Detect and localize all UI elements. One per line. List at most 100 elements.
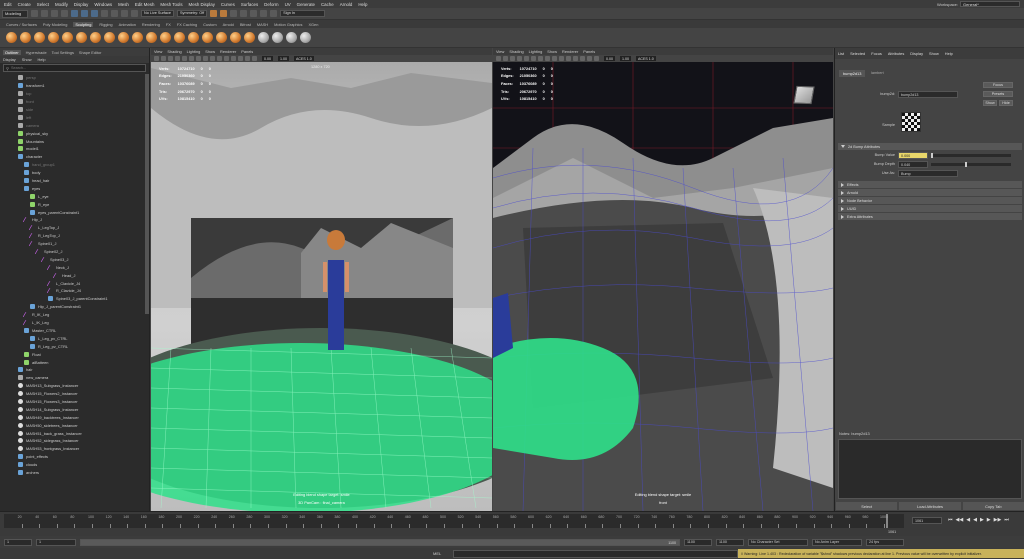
outliner-item[interactable]: hair bbox=[0, 366, 145, 374]
image-plane-icon[interactable] bbox=[517, 56, 522, 61]
section-effects[interactable]: Effects bbox=[838, 181, 1022, 188]
end-time-field[interactable]: 1100 bbox=[716, 538, 744, 546]
command-input[interactable] bbox=[453, 549, 738, 558]
attr-menu-list[interactable]: List bbox=[838, 51, 844, 56]
outliner-item[interactable]: MASH50_sidetrees_Instancer bbox=[0, 421, 145, 429]
mel-label[interactable]: MEL bbox=[433, 551, 453, 556]
outliner-item[interactable]: Master_CTRL bbox=[0, 327, 145, 335]
focus-button[interactable]: Focus bbox=[983, 82, 1013, 88]
viewport-menu-lighting[interactable]: Lighting bbox=[187, 49, 201, 54]
outliner-item[interactable]: point_effects bbox=[0, 453, 145, 461]
grid-icon[interactable] bbox=[182, 56, 187, 61]
exposure-field[interactable]: 0.00 bbox=[262, 56, 273, 61]
viewport-left[interactable]: View Shading Lighting Show Renderer Panels 0.… bbox=[151, 48, 492, 511]
menu-item-uv[interactable]: UV bbox=[285, 2, 291, 7]
outliner-item[interactable]: Head_J bbox=[0, 271, 145, 279]
menu-item-deform[interactable]: Deform bbox=[264, 2, 278, 7]
grab-tool-icon[interactable] bbox=[48, 32, 59, 43]
time-slider[interactable]: 20 40 60 80 100 120 140 160 180 200 220 240 260 280 30… bbox=[0, 511, 1024, 536]
attr-menu-selected[interactable]: Selected bbox=[850, 51, 865, 56]
smooth-shade-icon[interactable] bbox=[552, 56, 557, 61]
unfreeze-icon[interactable] bbox=[272, 32, 283, 43]
start-time-field[interactable]: 1 bbox=[4, 538, 32, 546]
attr-menu-focus[interactable]: Focus bbox=[871, 51, 882, 56]
select-hierarchy-icon[interactable] bbox=[71, 10, 78, 17]
step-back-key-icon[interactable]: ◀◀ bbox=[956, 517, 964, 523]
outliner-item[interactable]: MASH13_Subgrass_Instancer bbox=[0, 382, 145, 390]
go-to-start-icon[interactable]: ⏮ bbox=[948, 517, 953, 523]
shelf-tab-mash[interactable]: MASH bbox=[257, 22, 268, 27]
menu-item-select[interactable]: Select bbox=[37, 2, 49, 7]
folder-icon[interactable] bbox=[31, 10, 38, 17]
freeze-tool-icon[interactable] bbox=[244, 32, 255, 43]
bump-depth-slider[interactable] bbox=[931, 162, 1011, 167]
mode-selector[interactable]: Modeling bbox=[2, 9, 28, 18]
section-uuid[interactable]: UUID bbox=[838, 205, 1022, 212]
outliner-item[interactable]: camera bbox=[0, 121, 145, 129]
node-tab-bump2d[interactable]: bump2d13 bbox=[839, 70, 866, 77]
copy-tab-button[interactable]: Copy Tab bbox=[961, 501, 1024, 511]
ambient-occlusion-icon[interactable] bbox=[238, 56, 243, 61]
xray-icon[interactable] bbox=[252, 56, 257, 61]
outliner-item[interactable]: Hip_J bbox=[0, 216, 145, 224]
use-as-dropdown[interactable]: Bump bbox=[898, 170, 958, 177]
outliner-item[interactable]: Float bbox=[0, 350, 145, 358]
bump-value-field[interactable]: 0.000 bbox=[898, 152, 928, 159]
outliner-item[interactable]: character bbox=[0, 153, 145, 161]
outliner-menu-help[interactable]: Help bbox=[38, 57, 46, 62]
shelf-tab-motion-graphics[interactable]: Motion Graphics bbox=[274, 22, 302, 27]
outliner-item[interactable]: Spine03_J bbox=[0, 255, 145, 263]
gamma-field[interactable]: 1.00 bbox=[278, 56, 289, 61]
outliner-item[interactable]: eyes_parentConstraint1 bbox=[0, 208, 145, 216]
smooth-shade-icon[interactable] bbox=[210, 56, 215, 61]
camera-attributes-icon[interactable] bbox=[503, 56, 508, 61]
anim-layer-dropdown[interactable]: No Anim Layer bbox=[812, 538, 862, 546]
outliner-item[interactable]: MASH53_frontgrass_Instancer bbox=[0, 445, 145, 453]
outliner-item[interactable]: Hip_J_parentConstraint1 bbox=[0, 303, 145, 311]
outliner-item[interactable]: top bbox=[0, 90, 145, 98]
notes-textarea[interactable] bbox=[838, 439, 1022, 499]
outliner-menu-display[interactable]: Display bbox=[3, 57, 16, 62]
shelf-tab-animation[interactable]: Animation bbox=[119, 22, 136, 27]
outliner-tab-tool-settings[interactable]: Tool Settings bbox=[52, 50, 74, 55]
menu-item-curves[interactable]: Curves bbox=[221, 2, 235, 7]
go-to-end-icon[interactable]: ⏭ bbox=[1004, 517, 1009, 523]
viewport-menu-view[interactable]: View bbox=[496, 49, 504, 54]
xray-icon[interactable] bbox=[594, 56, 599, 61]
sculpt-options-icon[interactable] bbox=[300, 32, 311, 43]
lights-icon[interactable] bbox=[566, 56, 571, 61]
select-button[interactable]: Select bbox=[835, 501, 899, 511]
outliner-item[interactable]: Spine02_J bbox=[0, 248, 145, 256]
bookmarks-icon[interactable] bbox=[510, 56, 515, 61]
shelf-tab-sculpting[interactable]: Sculpting bbox=[73, 21, 94, 27]
select-camera-icon[interactable] bbox=[154, 56, 159, 61]
outliner-item[interactable]: R_eye bbox=[0, 200, 145, 208]
film-gate-icon[interactable] bbox=[189, 56, 194, 61]
outliner-item[interactable]: L_Clavicle_J4 bbox=[0, 279, 145, 287]
viewport-menu-panels[interactable]: Panels bbox=[583, 49, 595, 54]
menu-item-edit-mesh[interactable]: Edit Mesh bbox=[135, 2, 155, 7]
outliner-item[interactable]: physical_sky bbox=[0, 129, 145, 137]
outliner-item[interactable]: aiBatteen bbox=[0, 358, 145, 366]
outliner-item[interactable]: Mountains bbox=[0, 137, 145, 145]
outliner-search-input[interactable]: Search... bbox=[11, 66, 26, 70]
shelf-tab-fx[interactable]: FX bbox=[166, 22, 171, 27]
shelf-tab-rendering[interactable]: Rendering bbox=[142, 22, 160, 27]
redo-icon[interactable] bbox=[61, 10, 68, 17]
save-icon[interactable] bbox=[41, 10, 48, 17]
camera-attributes-icon[interactable] bbox=[161, 56, 166, 61]
presets-button[interactable]: Presets bbox=[983, 91, 1013, 97]
outliner-item[interactable]: body bbox=[0, 169, 145, 177]
bulge-tool-icon[interactable] bbox=[216, 32, 227, 43]
viewport-menu-shading[interactable]: Shading bbox=[167, 49, 181, 54]
outliner-item[interactable]: archers bbox=[0, 469, 145, 477]
snap-surface-icon[interactable] bbox=[131, 10, 138, 17]
shelf-tab-curves-surfaces[interactable]: Curves / Surfaces bbox=[6, 22, 37, 27]
menu-item-surfaces[interactable]: Surfaces bbox=[241, 2, 258, 7]
outliner-scrollbar[interactable] bbox=[145, 74, 149, 314]
select-component-icon[interactable] bbox=[91, 10, 98, 17]
outliner-list[interactable]: persp transform1 top front side left camera phy… bbox=[0, 74, 145, 511]
node-tab-lambert[interactable]: lambert bbox=[871, 71, 884, 75]
outliner-item[interactable]: R_Clavicle_J4 bbox=[0, 287, 145, 295]
render-icon[interactable] bbox=[210, 10, 218, 17]
